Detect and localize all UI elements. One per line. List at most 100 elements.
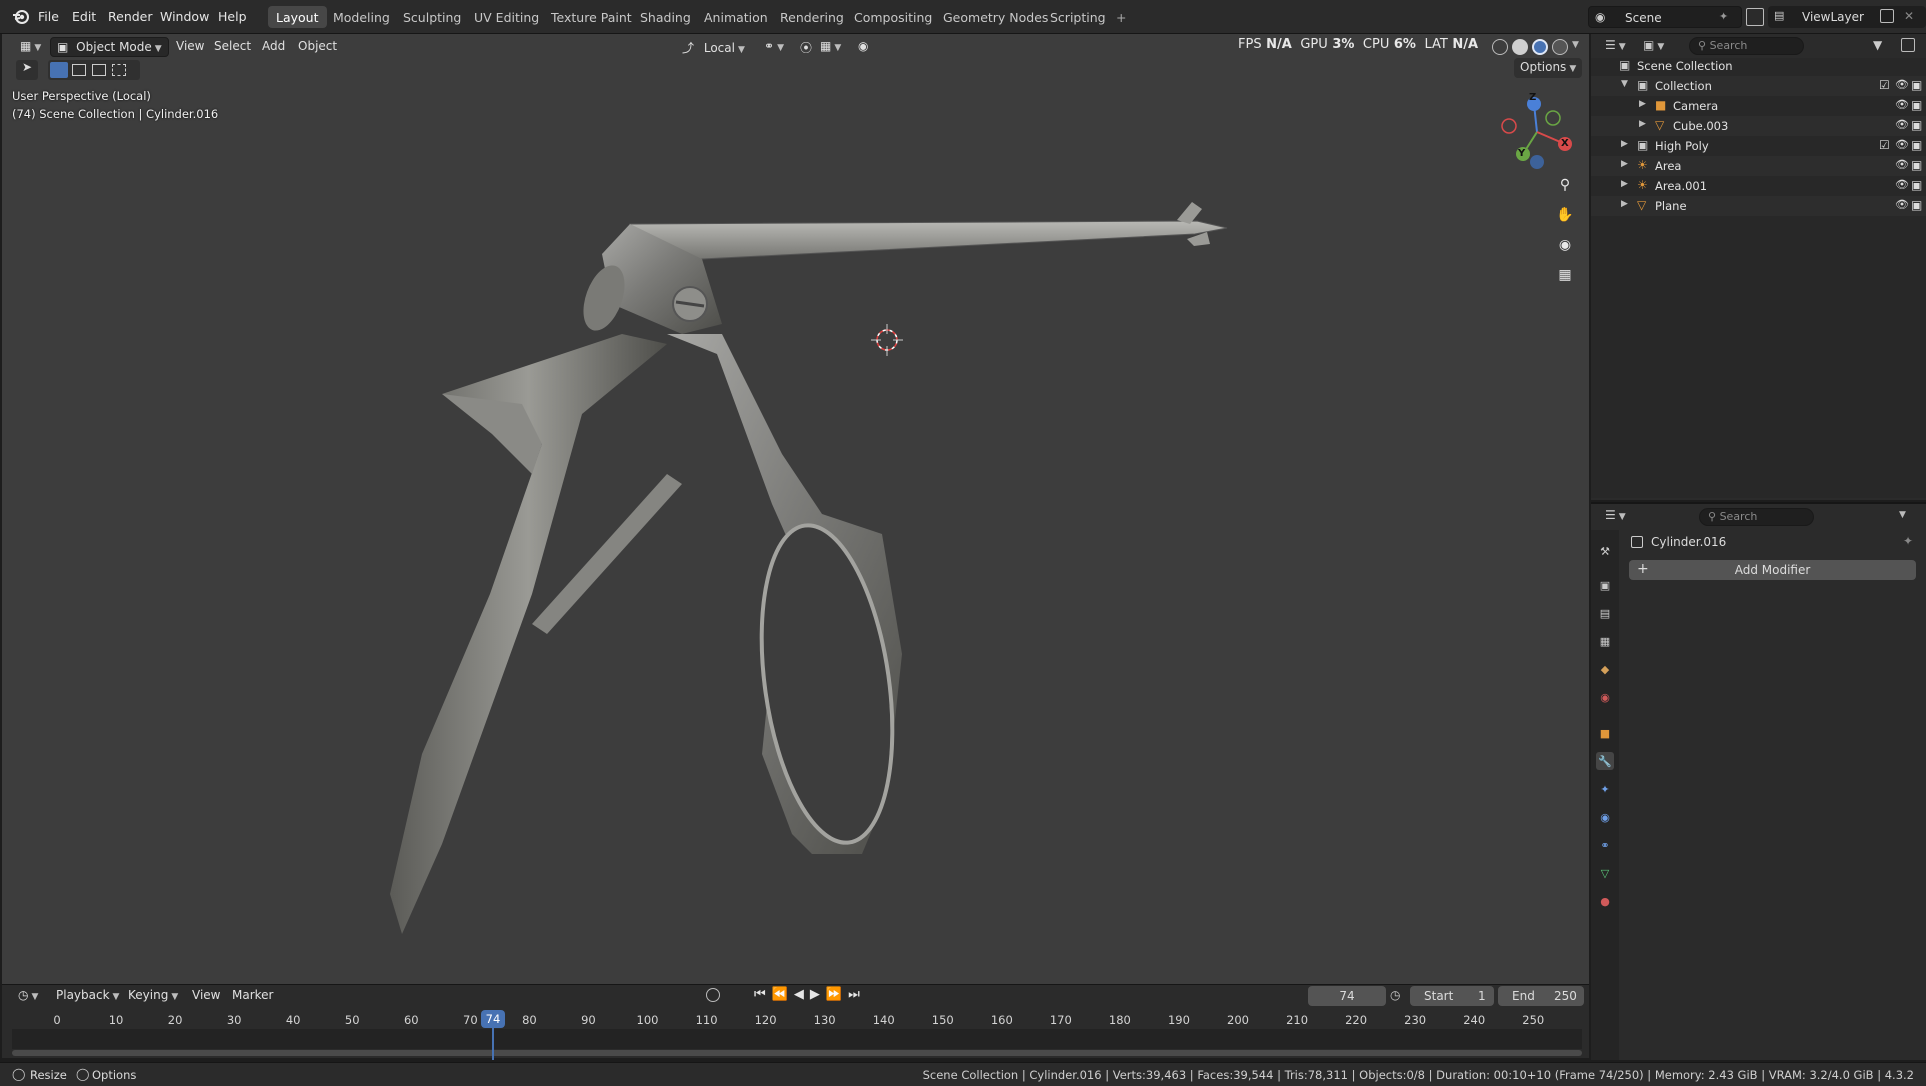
visibility-eye-icon[interactable]: 👁 bbox=[1895, 158, 1909, 171]
scene-selector[interactable]: ◉ Scene ✦ bbox=[1588, 6, 1742, 28]
menu-add[interactable]: Add bbox=[256, 37, 291, 57]
new-viewlayer-icon[interactable] bbox=[1880, 9, 1894, 23]
display-mode-icon[interactable]: ▣ ▼ bbox=[1643, 38, 1664, 52]
new-scene-icon[interactable] bbox=[1746, 8, 1764, 26]
timeline-editor-type-button[interactable]: ◷ ▼ bbox=[12, 986, 44, 1006]
pan-hand-icon[interactable]: ✋ bbox=[1552, 202, 1578, 228]
material-tab-icon[interactable]: ● bbox=[1596, 892, 1614, 910]
particles-tab-icon[interactable]: ✦ bbox=[1596, 780, 1614, 798]
timeline-menu-view[interactable]: View bbox=[186, 986, 226, 1006]
render-camera-icon[interactable]: ▣ bbox=[1911, 158, 1922, 172]
outliner-row[interactable]: ▼ ▣ Collection ☑ 👁 ▣ bbox=[1591, 76, 1926, 96]
select-extend-icon[interactable] bbox=[72, 64, 86, 76]
outliner-row[interactable]: ▶ ☀ Area.001 👁 ▣ bbox=[1591, 176, 1926, 196]
menu-object[interactable]: Object bbox=[292, 37, 343, 57]
outliner-search-input[interactable]: ⚲ Search bbox=[1689, 37, 1804, 55]
outliner-row[interactable]: ▶ ▣ High Poly ☑ 👁 ▣ bbox=[1591, 136, 1926, 156]
navigation-gizmo[interactable] bbox=[1501, 97, 1572, 169]
render-camera-icon[interactable]: ▣ bbox=[1911, 198, 1922, 212]
render-camera-icon[interactable]: ▣ bbox=[1911, 98, 1922, 112]
pin-icon[interactable]: ✦ bbox=[1903, 534, 1913, 548]
scene-tab-icon[interactable]: ◆ bbox=[1596, 660, 1614, 678]
filter-icon[interactable]: ▼ bbox=[1873, 38, 1882, 52]
menu-playback[interactable]: Playback ▼ bbox=[50, 986, 125, 1006]
select-subtract-icon[interactable] bbox=[92, 64, 106, 76]
outliner-editor-type-icon[interactable]: ☰ ▼ bbox=[1605, 38, 1626, 52]
pin-icon[interactable]: ✦ bbox=[1719, 10, 1728, 23]
menu-select[interactable]: Select bbox=[208, 37, 257, 57]
render-tab-icon[interactable]: ▣ bbox=[1596, 576, 1614, 594]
properties-options-chevron-icon[interactable]: ▼ bbox=[1899, 510, 1906, 520]
tab-texture-paint[interactable]: Texture Paint bbox=[543, 6, 640, 28]
output-tab-icon[interactable]: ▤ bbox=[1596, 604, 1614, 622]
tab-compositing[interactable]: Compositing bbox=[846, 6, 940, 28]
playhead-frame-label[interactable]: 74 bbox=[481, 1010, 505, 1028]
menu-render[interactable]: Render bbox=[108, 9, 153, 24]
visibility-eye-icon[interactable]: 👁 bbox=[1895, 198, 1909, 211]
3d-viewport[interactable]: Z Y X User Perspective (Local) (74) Scen… bbox=[2, 34, 1589, 984]
render-camera-icon[interactable]: ▣ bbox=[1911, 178, 1922, 192]
render-camera-icon[interactable]: ▣ bbox=[1911, 138, 1922, 152]
menu-window[interactable]: Window bbox=[160, 9, 209, 24]
chevron-right-icon[interactable]: ▶ bbox=[1621, 159, 1628, 169]
ortho-grid-icon[interactable]: ▦ bbox=[1552, 262, 1578, 288]
render-camera-icon[interactable]: ▣ bbox=[1911, 118, 1922, 132]
menu-marker[interactable]: Marker bbox=[226, 986, 279, 1006]
tab-uv-editing[interactable]: UV Editing bbox=[466, 6, 547, 28]
chevron-right-icon[interactable]: ▶ bbox=[1621, 179, 1628, 189]
menu-view[interactable]: View bbox=[170, 37, 210, 57]
start-frame-field[interactable]: Start 1 bbox=[1410, 986, 1494, 1006]
rendered-shading-icon[interactable] bbox=[1552, 39, 1568, 55]
tab-geometry-nodes[interactable]: Geometry Nodes bbox=[935, 6, 1056, 28]
play-icon[interactable]: ▶ bbox=[810, 987, 826, 1002]
properties-search-input[interactable]: ⚲ Search bbox=[1699, 508, 1814, 526]
outliner-row[interactable]: ▶ ▽ Plane 👁 ▣ bbox=[1591, 196, 1926, 216]
properties-editor-type-icon[interactable]: ☰ ▼ bbox=[1605, 508, 1626, 522]
camera-view-icon[interactable]: ◉ bbox=[1552, 232, 1578, 258]
tool-tab-icon[interactable]: ⚒ bbox=[1596, 542, 1614, 560]
chevron-down-icon[interactable]: ▼ bbox=[1621, 79, 1628, 89]
visibility-eye-icon[interactable]: 👁 bbox=[1895, 78, 1909, 91]
timeline-scrollbar[interactable] bbox=[12, 1050, 1582, 1056]
select-tool-icon[interactable]: ➤ bbox=[16, 60, 38, 80]
preview-range-icon[interactable]: ◷ bbox=[1390, 988, 1400, 1002]
visibility-eye-icon[interactable]: 👁 bbox=[1895, 118, 1909, 131]
current-frame-field[interactable]: 74 bbox=[1308, 986, 1386, 1006]
jump-start-icon[interactable]: ⏮ bbox=[754, 987, 772, 1002]
visibility-eye-icon[interactable]: 👁 bbox=[1895, 138, 1909, 151]
outliner-row[interactable]: ▶ ■ Camera 👁 ▣ bbox=[1591, 96, 1926, 116]
menu-help[interactable]: Help bbox=[218, 9, 247, 24]
tab-rendering[interactable]: Rendering bbox=[772, 6, 852, 28]
tab-sculpting[interactable]: Sculpting bbox=[395, 6, 469, 28]
auto-keying-icon[interactable] bbox=[706, 988, 720, 1002]
constraints-tab-icon[interactable]: ⚭ bbox=[1596, 836, 1614, 854]
timeline-keyframe-area[interactable] bbox=[12, 1029, 1582, 1049]
chevron-right-icon[interactable]: ▶ bbox=[1639, 119, 1646, 129]
physics-tab-icon[interactable]: ◉ bbox=[1596, 808, 1614, 826]
outliner-row[interactable]: ▶ ▽ Cube.003 👁 ▣ bbox=[1591, 116, 1926, 136]
visibility-eye-icon[interactable]: 👁 bbox=[1895, 98, 1909, 111]
mesh-data-tab-icon[interactable]: ▽ bbox=[1596, 864, 1614, 882]
viewlayer-selector[interactable]: ▤ ViewLayer ✕ bbox=[1768, 6, 1926, 28]
exclude-checkbox[interactable]: ☑ bbox=[1879, 138, 1890, 152]
editor-type-button[interactable]: ▦ ▼ bbox=[14, 37, 47, 57]
tab-shading[interactable]: Shading bbox=[632, 6, 699, 28]
snap-target-button[interactable]: ▦ ▼ bbox=[814, 37, 847, 57]
menu-file[interactable]: File bbox=[38, 9, 59, 24]
tab-layout[interactable]: Layout bbox=[268, 6, 327, 28]
tab-modeling[interactable]: Modeling bbox=[325, 6, 398, 28]
chevron-right-icon[interactable]: ▶ bbox=[1621, 139, 1628, 149]
outliner-row[interactable]: ▶ ☀ Area 👁 ▣ bbox=[1591, 156, 1926, 176]
add-workspace-button[interactable]: + bbox=[1108, 6, 1134, 28]
material-preview-shading-icon[interactable] bbox=[1532, 39, 1548, 55]
shading-options-chevron-icon[interactable]: ▼ bbox=[1572, 40, 1579, 50]
blender-logo-icon[interactable] bbox=[12, 8, 30, 26]
end-frame-field[interactable]: End 250 bbox=[1498, 986, 1584, 1006]
solid-shading-icon[interactable] bbox=[1512, 39, 1528, 55]
menu-edit[interactable]: Edit bbox=[72, 9, 96, 24]
playhead-line[interactable] bbox=[492, 1028, 494, 1060]
new-collection-icon[interactable] bbox=[1901, 38, 1915, 52]
wireframe-shading-icon[interactable] bbox=[1492, 39, 1508, 55]
prev-keyframe-icon[interactable]: ⏪ bbox=[772, 987, 794, 1002]
object-tab-icon[interactable]: ■ bbox=[1596, 724, 1614, 742]
